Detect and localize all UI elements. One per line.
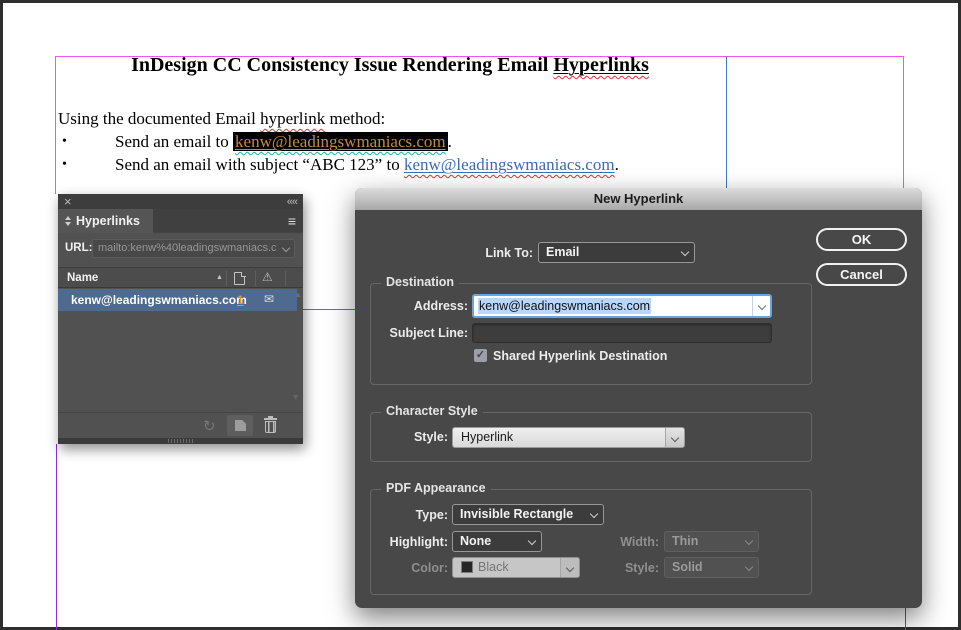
text-frame-edge-right [726, 57, 727, 188]
indesign-screenshot: InDesign CC Consistency Issue Rendering … [0, 0, 961, 630]
create-new-hyperlink-button[interactable] [227, 415, 253, 436]
cancel-button[interactable]: Cancel [816, 263, 907, 286]
panel-menu-icon[interactable]: ≡ [288, 213, 296, 229]
panel-toggle-icon [65, 216, 71, 226]
link-to-value: Email [546, 245, 580, 259]
new-hyperlink-dialog: New Hyperlink Link To: Email OK Cancel D… [355, 188, 922, 608]
sort-ascending-icon[interactable]: ▲ [216, 274, 223, 281]
character-style-dropdown[interactable]: Hyperlink [452, 427, 685, 448]
panel-footer: ↻ [58, 412, 303, 438]
subject-line-input[interactable] [472, 323, 772, 343]
black-color-swatch [461, 561, 473, 573]
bullet-icon: • [62, 157, 67, 172]
chevron-down-icon [744, 562, 754, 572]
chevron-down-icon[interactable] [281, 243, 291, 252]
chevron-down-icon [527, 536, 537, 546]
document-title: InDesign CC Consistency Issue Rendering … [55, 54, 725, 77]
address-label: Address: [413, 299, 468, 313]
highlight-value: None [460, 534, 492, 548]
scroll-up-icon[interactable]: ▲ [294, 290, 302, 299]
warning-icon: ⚠ [262, 270, 273, 284]
pdf-style-label: Style: [624, 561, 659, 575]
hyperlink-list-row-selected[interactable]: kenw@leadingswmaniacs.com 1 ✉ [58, 289, 297, 311]
subject-line-label: Subject Line: [389, 326, 468, 340]
chevron-down-icon [589, 509, 599, 519]
type-dropdown[interactable]: Invisible Rectangle [452, 504, 604, 525]
name-column-header[interactable]: Name [58, 272, 98, 284]
chevron-down-icon [680, 247, 690, 257]
collapse-panel-icon[interactable]: «« [287, 196, 298, 208]
shared-destination-label[interactable]: Shared Hyperlink Destination [493, 349, 667, 363]
chevron-down-icon [757, 301, 766, 311]
header-divider [255, 271, 256, 286]
hyperlink-page-number[interactable]: 1 [237, 293, 244, 307]
panel-tab-row: Hyperlinks ≡ [58, 209, 303, 233]
intro-line: Using the documented Email hyperlink met… [58, 109, 386, 128]
address-dropdown-button[interactable] [752, 296, 770, 316]
spellcheck-word: hyperlink [260, 109, 326, 128]
hyperlink-name: kenw@leadingswmaniacs.com [71, 293, 247, 307]
refresh-icon[interactable]: ↻ [203, 417, 216, 435]
tab-hyperlinks[interactable]: Hyperlinks [58, 209, 153, 233]
envelope-icon: ✉ [264, 292, 275, 306]
resize-grip-icon[interactable] [167, 439, 194, 443]
width-label: Width: [620, 535, 659, 549]
width-value: Thin [672, 534, 699, 548]
header-divider [285, 271, 286, 286]
pdf-style-dropdown-disabled: Solid [664, 557, 759, 578]
delete-hyperlink-button[interactable] [264, 416, 277, 433]
color-value: Black [478, 560, 509, 574]
tab-hyperlinks-label: Hyperlinks [76, 214, 140, 228]
shared-destination-checkbox[interactable]: ✓ [474, 349, 487, 362]
character-style-legend: Character Style [381, 404, 483, 418]
url-value: mailto:kenw%40leadingswmaniacs.c [98, 241, 277, 254]
url-field[interactable]: mailto:kenw%40leadingswmaniacs.c [92, 238, 295, 258]
list-header: Name ▲ ⚠ [58, 267, 303, 288]
panel-titlebar: × «« [58, 194, 303, 209]
destination-legend: Destination [381, 275, 460, 289]
chevron-down-icon [670, 433, 680, 442]
pdf-style-value: Solid [672, 560, 703, 574]
text-frame-edge-bottom [303, 309, 356, 310]
dialog-titlebar[interactable]: New Hyperlink [355, 188, 922, 210]
character-style-value: Hyperlink [461, 430, 514, 444]
header-divider [226, 271, 227, 286]
panel-resize-strip[interactable] [58, 438, 303, 444]
character-style-group: Character Style Style: Hyperlink [370, 404, 812, 462]
address-combobox[interactable]: kenw@leadingswmaniacs.com [472, 294, 772, 318]
address-value-selected: kenw@leadingswmaniacs.com [478, 298, 652, 314]
close-icon[interactable]: × [64, 195, 72, 208]
document-title-text: InDesign CC Consistency Issue Rendering … [131, 54, 554, 76]
style-label: Style: [413, 430, 448, 444]
url-label: URL: [65, 242, 93, 254]
type-label: Type: [415, 508, 448, 522]
pdf-appearance-legend: PDF Appearance [381, 481, 491, 495]
margin-guide-right [903, 56, 904, 188]
chevron-down-icon [744, 536, 754, 546]
highlight-label: Highlight: [389, 535, 448, 549]
dropdown-button[interactable] [665, 428, 684, 447]
hyperlinks-panel: × «« Hyperlinks ≡ URL: mailto:kenw%40lea… [58, 194, 303, 444]
scroll-down-icon[interactable]: ▼ [291, 392, 300, 402]
email-hyperlink-blue[interactable]: kenw@leadingswmaniacs.com [404, 155, 615, 174]
destination-group: Destination Address: kenw@leadingswmania… [370, 275, 812, 385]
page-destination-icon [234, 271, 246, 285]
type-value: Invisible Rectangle [460, 507, 574, 521]
link-to-dropdown[interactable]: Email [538, 242, 695, 263]
highlight-dropdown[interactable]: None [452, 531, 542, 552]
pdf-appearance-group: PDF Appearance Type: Invisible Rectangle… [370, 481, 812, 595]
document-title-underlined-word: Hyperlinks [553, 54, 649, 76]
color-label: Color: [411, 561, 448, 575]
link-to-label: Link To: [485, 246, 533, 260]
ok-button[interactable]: OK [816, 228, 907, 251]
new-hyperlink-icon [235, 420, 246, 431]
bullet-icon: • [62, 134, 67, 149]
width-dropdown-disabled: Thin [664, 531, 759, 552]
column-guide-left [56, 444, 57, 630]
url-row: URL: mailto:kenw%40leadingswmaniacs.c [58, 238, 303, 258]
email-hyperlink-highlighted[interactable]: kenw@leadingswmaniacs.com [233, 132, 448, 151]
